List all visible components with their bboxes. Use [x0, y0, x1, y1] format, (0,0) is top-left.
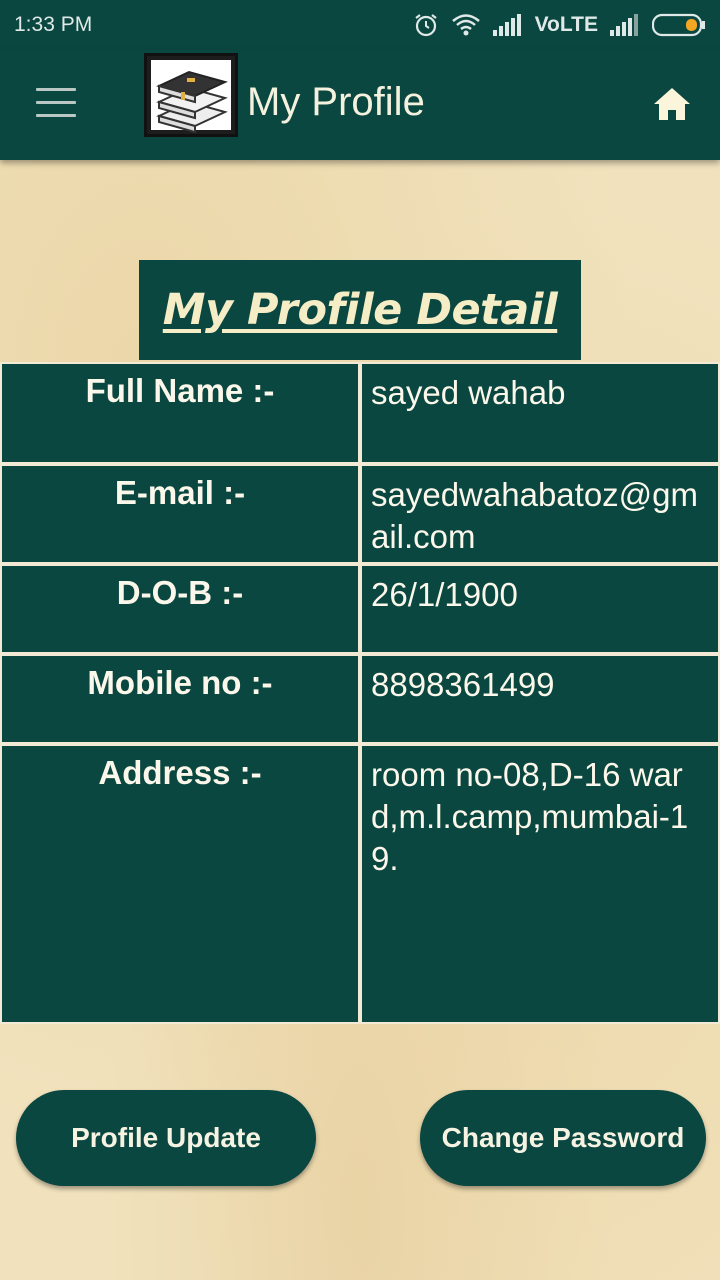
profile-update-button[interactable]: Profile Update [16, 1090, 316, 1186]
table-row: E-mail :- sayedwahabatoz@gmail.com [0, 464, 720, 564]
alarm-icon [413, 12, 439, 38]
dob-value: 26/1/1900 [360, 564, 720, 654]
wifi-icon [451, 13, 481, 37]
hamburger-menu-icon[interactable] [36, 88, 76, 122]
profile-table: Full Name :- sayed wahab E-mail :- sayed… [0, 362, 720, 1024]
table-row: Mobile no :- 8898361499 [0, 654, 720, 744]
table-row: Address :- room no-08,D-16 ward,m.l.camp… [0, 744, 720, 1024]
address-value: room no-08,D-16 ward,m.l.camp,mumbai-19. [360, 744, 720, 1024]
change-password-button[interactable]: Change Password [420, 1090, 706, 1186]
app-bar: My Profile [0, 50, 720, 160]
status-bar: 1:33 PM VoLTE [0, 0, 720, 50]
signal-icon [610, 14, 640, 36]
table-row: Full Name :- sayed wahab [0, 362, 720, 464]
email-label: E-mail :- [0, 464, 360, 564]
full-name-value: sayed wahab [360, 362, 720, 464]
section-title: My Profile Detail [162, 285, 558, 335]
home-icon[interactable] [652, 84, 692, 124]
mobile-value: 8898361499 [360, 654, 720, 744]
signal-icon [492, 14, 523, 36]
app-title: My Profile [247, 80, 425, 124]
address-label: Address :- [0, 744, 360, 1024]
email-value: sayedwahabatoz@gmail.com [360, 464, 720, 564]
full-name-label: Full Name :- [0, 362, 360, 464]
dob-label: D-O-B :- [0, 564, 360, 654]
table-row: D-O-B :- 26/1/1900 [0, 564, 720, 654]
mobile-label: Mobile no :- [0, 654, 360, 744]
battery-icon [652, 13, 706, 37]
network-type-label: VoLTE [534, 13, 598, 36]
status-icons: VoLTE [413, 12, 706, 38]
section-header: My Profile Detail [139, 260, 581, 360]
books-logo [144, 53, 238, 137]
status-time: 1:33 PM [14, 13, 93, 36]
